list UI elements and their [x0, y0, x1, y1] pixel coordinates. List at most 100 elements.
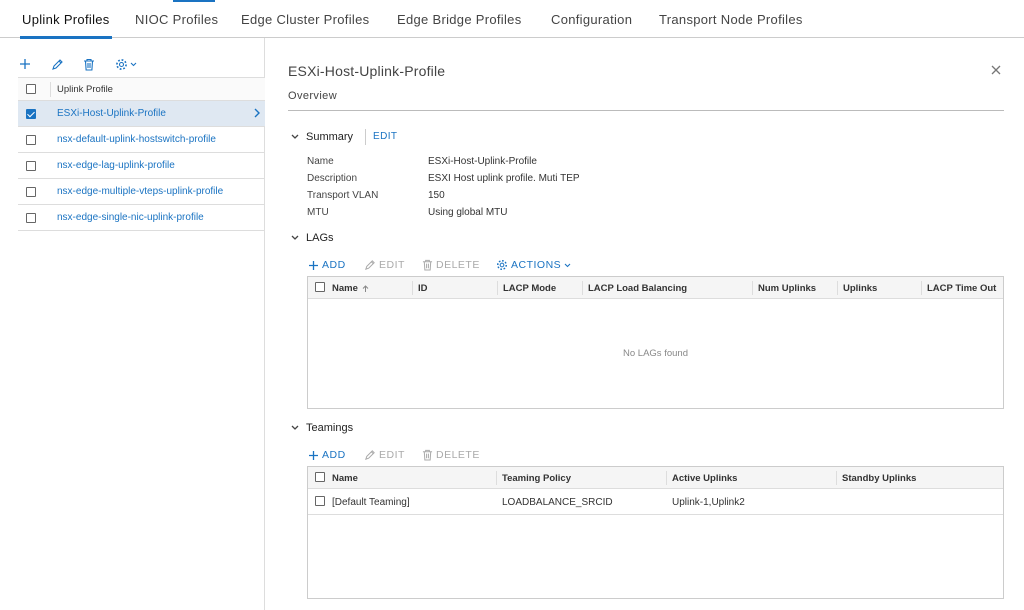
row-checkbox[interactable] — [315, 496, 325, 506]
teaming-edit-button[interactable]: EDIT — [364, 449, 405, 461]
teaming-add-label: ADD — [322, 449, 346, 461]
teaming-delete-label: DELETE — [436, 449, 480, 461]
profile-row[interactable]: nsx-default-uplink-hostswitch-profile — [18, 127, 265, 153]
summary-divider — [365, 129, 366, 145]
plus-icon — [309, 260, 318, 270]
table-row[interactable]: [Default Teaming] LOADBALANCE_SRCID Upli… — [308, 489, 1003, 515]
row-checkbox[interactable] — [26, 187, 36, 197]
column-separator — [497, 281, 498, 295]
teamings-grid-header: Name Teaming Policy Active Uplinks Stand… — [308, 467, 1003, 489]
row-checkbox[interactable] — [26, 109, 36, 119]
tab-uplink-profiles[interactable]: Uplink Profiles — [20, 12, 112, 39]
plus-icon — [20, 59, 30, 69]
column-header-uplink-profile: Uplink Profile — [57, 84, 113, 95]
teamings-col-teaming-policy[interactable]: Teaming Policy — [502, 473, 571, 484]
column-separator — [921, 281, 922, 295]
teamings-grid: Name Teaming Policy Active Uplinks Stand… — [307, 466, 1004, 599]
profile-row[interactable]: nsx-edge-multiple-vteps-uplink-profile — [18, 179, 265, 205]
profile-tabbar: Uplink Profiles NIOC Profiles Edge Clust… — [0, 0, 1024, 39]
lags-col-uplinks[interactable]: Uplinks — [843, 283, 877, 294]
lags-grid-header: Name ID LACP Mode LACP Load Balancing Nu… — [308, 277, 1003, 299]
lag-delete-button[interactable]: DELETE — [422, 259, 480, 271]
teamings-collapse-chevron-icon[interactable] — [290, 423, 300, 433]
teamings-col-active-uplinks[interactable]: Active Uplinks — [672, 473, 737, 484]
pencil-icon — [365, 450, 375, 460]
lag-edit-button[interactable]: EDIT — [364, 259, 405, 271]
field-label-name: Name — [307, 156, 334, 167]
row-checkbox[interactable] — [26, 213, 36, 223]
field-value-description: ESXI Host uplink profile. Muti TEP — [428, 173, 580, 184]
field-value-mtu: Using global MTU — [428, 207, 508, 218]
pencil-icon — [365, 260, 375, 270]
teaming-add-button[interactable]: ADD — [308, 449, 346, 461]
grid-header-row: Uplink Profile — [18, 78, 265, 101]
chevron-down-icon — [130, 62, 137, 67]
tab-overview[interactable]: Overview — [288, 90, 337, 102]
lag-actions-label: ACTIONS — [511, 259, 562, 271]
profile-row[interactable]: ESXi-Host-Uplink-Profile — [18, 101, 265, 127]
chevron-right-icon — [254, 108, 260, 118]
gear-icon — [116, 59, 127, 70]
lags-empty-message: No LAGs found — [623, 348, 688, 359]
tabbar-top-accent — [173, 0, 215, 2]
teamings-col-standby-uplinks[interactable]: Standby Uplinks — [842, 473, 916, 484]
summary-section-title: Summary — [306, 131, 354, 143]
close-icon[interactable] — [990, 64, 1002, 76]
teaming-policy-cell: LOADBALANCE_SRCID — [502, 497, 613, 508]
profile-row[interactable]: nsx-edge-lag-uplink-profile — [18, 153, 265, 179]
summary-edit-button[interactable]: EDIT — [373, 131, 397, 142]
trash-icon — [84, 58, 94, 71]
lags-grid: Name ID LACP Mode LACP Load Balancing Nu… — [307, 276, 1004, 409]
detail-title: ESXi-Host-Uplink-Profile — [288, 63, 446, 79]
tab-edge-cluster-profiles[interactable]: Edge Cluster Profiles — [241, 12, 369, 27]
tab-transport-node-profiles[interactable]: Transport Node Profiles — [659, 12, 803, 27]
lags-col-lacp-time-out[interactable]: LACP Time Out — [927, 283, 996, 294]
delete-profile-button[interactable] — [83, 58, 95, 71]
teaming-name-cell: [Default Teaming] — [332, 497, 410, 508]
teaming-edit-label: EDIT — [379, 449, 405, 461]
field-label-transport-vlan: Transport VLAN — [307, 190, 379, 201]
column-separator — [837, 281, 838, 295]
tab-edge-bridge-profiles[interactable]: Edge Bridge Profiles — [397, 12, 522, 27]
profile-name: ESXi-Host-Uplink-Profile — [57, 108, 166, 119]
profile-name: nsx-default-uplink-hostswitch-profile — [57, 134, 216, 145]
edit-profile-button[interactable] — [51, 58, 64, 71]
lags-col-lacp-mode[interactable]: LACP Mode — [503, 283, 556, 294]
profile-row[interactable]: nsx-edge-single-nic-uplink-profile — [18, 205, 265, 231]
lags-col-name-label: Name — [332, 283, 358, 294]
lags-col-name[interactable]: Name — [332, 283, 369, 294]
summary-collapse-chevron-icon[interactable] — [290, 132, 300, 142]
field-label-description: Description — [307, 173, 358, 184]
row-checkbox[interactable] — [26, 135, 36, 145]
uplink-profile-grid: Uplink Profile ESXi-Host-Uplink-Profile … — [18, 77, 265, 231]
profile-name: nsx-edge-single-nic-uplink-profile — [57, 212, 204, 223]
add-profile-button[interactable] — [19, 58, 31, 70]
column-separator — [752, 281, 753, 295]
field-value-name: ESXi-Host-Uplink-Profile — [428, 156, 537, 167]
lags-col-lacp-load-balancing[interactable]: LACP Load Balancing — [588, 283, 687, 294]
column-separator — [666, 471, 667, 485]
tab-nioc-profiles[interactable]: NIOC Profiles — [135, 12, 218, 27]
lag-actions-menu-button[interactable]: ACTIONS — [496, 259, 571, 271]
row-checkbox[interactable] — [26, 161, 36, 171]
chevron-down-icon — [564, 263, 571, 267]
trash-icon — [422, 449, 433, 461]
sort-ascending-icon — [362, 284, 369, 292]
teamings-select-all-checkbox[interactable] — [315, 472, 325, 482]
gear-icon — [497, 260, 507, 270]
lags-col-id[interactable]: ID — [418, 283, 428, 294]
tab-configuration[interactable]: Configuration — [551, 12, 632, 27]
teamings-section-title: Teamings — [306, 422, 354, 434]
lags-collapse-chevron-icon[interactable] — [290, 233, 300, 243]
lags-col-num-uplinks[interactable]: Num Uplinks — [758, 283, 816, 294]
select-all-checkbox[interactable] — [26, 84, 36, 94]
settings-menu-button[interactable] — [115, 58, 137, 71]
lags-select-all-checkbox[interactable] — [315, 282, 325, 292]
lag-add-button[interactable]: ADD — [308, 259, 346, 271]
overview-divider — [288, 110, 1004, 111]
teaming-delete-button[interactable]: DELETE — [422, 449, 480, 461]
teamings-col-name[interactable]: Name — [332, 473, 358, 484]
profile-name: nsx-edge-lag-uplink-profile — [57, 160, 175, 171]
column-separator — [836, 471, 837, 485]
field-label-mtu: MTU — [307, 207, 329, 218]
